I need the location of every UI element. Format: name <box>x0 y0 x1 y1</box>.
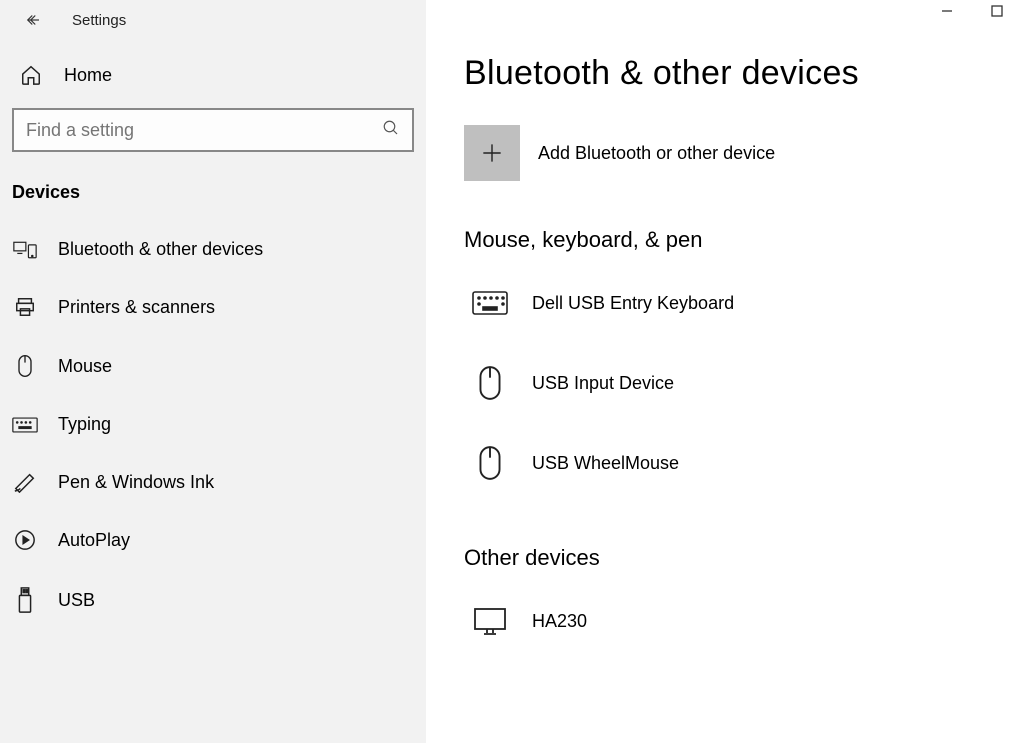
home-button[interactable]: Home <box>0 40 426 108</box>
device-label: USB Input Device <box>532 373 674 394</box>
page-title: Bluetooth & other devices <box>426 0 1024 125</box>
home-label: Home <box>64 65 112 86</box>
keyboard-icon <box>12 416 38 434</box>
titlebar: Settings <box>0 0 426 40</box>
main-panel: Bluetooth & other devices Add Bluetooth … <box>426 0 1024 743</box>
minimize-button[interactable] <box>940 4 954 18</box>
device-row[interactable]: HA230 <box>426 589 1024 653</box>
sidebar-item-label: Printers & scanners <box>58 297 215 318</box>
sidebar-item-label: AutoPlay <box>58 530 130 551</box>
device-label: USB WheelMouse <box>532 453 679 474</box>
mouse-icon <box>12 354 38 378</box>
sidebar-item-pen[interactable]: Pen & Windows Ink <box>0 453 426 511</box>
sidebar-item-label: Typing <box>58 414 111 435</box>
devices-icon <box>12 240 38 260</box>
sidebar-item-label: Mouse <box>58 356 112 377</box>
device-row[interactable]: Dell USB Entry Keyboard <box>426 271 1024 335</box>
category-header: Devices <box>0 182 426 221</box>
plus-icon <box>479 140 505 166</box>
sidebar-item-label: USB <box>58 590 95 611</box>
back-button[interactable] <box>22 9 44 31</box>
add-device-row[interactable]: Add Bluetooth or other device <box>426 125 1024 181</box>
device-label: Dell USB Entry Keyboard <box>532 293 734 314</box>
device-row[interactable]: USB WheelMouse <box>426 431 1024 495</box>
usb-icon <box>12 587 38 613</box>
section-header-other-devices: Other devices <box>426 545 1024 571</box>
sidebar-item-label: Bluetooth & other devices <box>58 239 263 260</box>
sidebar-item-typing[interactable]: Typing <box>0 396 426 453</box>
sidebar: Settings Home Devices Bluetooth & other … <box>0 0 426 743</box>
sidebar-item-autoplay[interactable]: AutoPlay <box>0 511 426 569</box>
arrow-left-icon <box>24 11 42 29</box>
monitor-icon <box>472 607 508 635</box>
autoplay-icon <box>12 529 38 551</box>
add-button[interactable] <box>464 125 520 181</box>
sidebar-item-usb[interactable]: USB <box>0 569 426 631</box>
sidebar-item-bluetooth[interactable]: Bluetooth & other devices <box>0 221 426 278</box>
sidebar-item-mouse[interactable]: Mouse <box>0 336 426 396</box>
add-device-label: Add Bluetooth or other device <box>538 143 775 164</box>
device-label: HA230 <box>532 611 587 632</box>
sidebar-item-label: Pen & Windows Ink <box>58 472 214 493</box>
search-icon <box>382 119 400 142</box>
sidebar-item-printers[interactable]: Printers & scanners <box>0 278 426 336</box>
search-input[interactable] <box>26 120 382 141</box>
mouse-icon <box>472 445 508 481</box>
pen-icon <box>12 471 38 493</box>
mouse-icon <box>472 365 508 401</box>
keyboard-icon <box>472 291 508 315</box>
device-row[interactable]: USB Input Device <box>426 351 1024 415</box>
search-row <box>0 108 426 152</box>
printer-icon <box>12 296 38 318</box>
home-icon <box>18 64 44 86</box>
window-title: Settings <box>72 12 126 29</box>
maximize-button[interactable] <box>990 4 1004 18</box>
search-box[interactable] <box>12 108 414 152</box>
window-controls <box>940 4 1004 18</box>
section-header-mouse-keyboard: Mouse, keyboard, & pen <box>426 227 1024 253</box>
